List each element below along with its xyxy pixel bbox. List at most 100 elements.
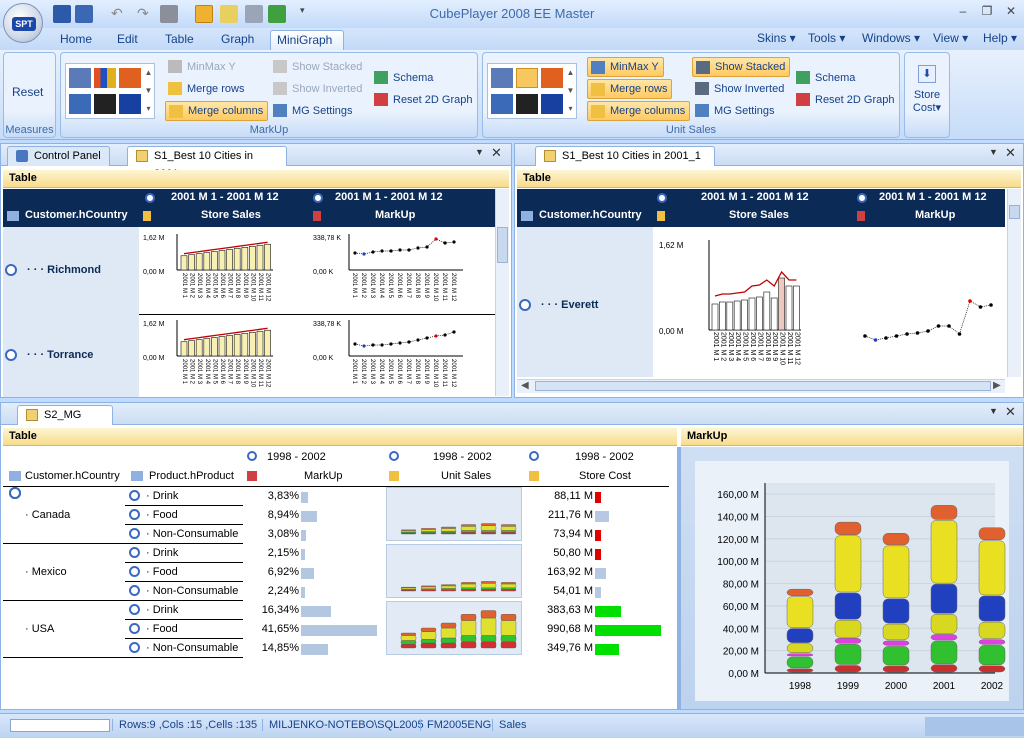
reset-2d-graph-button[interactable]: Reset 2D Graph bbox=[793, 90, 894, 110]
tab-table[interactable]: Table bbox=[159, 30, 200, 50]
row-country-label[interactable]: · Canada bbox=[25, 509, 70, 521]
graph-type-gallery[interactable]: ▲ ▼ ▾ bbox=[65, 63, 155, 119]
mg-settings-button[interactable]: MG Settings bbox=[270, 101, 353, 121]
row-label-torrance[interactable]: · · · Torrance bbox=[27, 349, 93, 361]
export-icon[interactable] bbox=[245, 5, 263, 23]
row-product-label[interactable]: · Drink bbox=[146, 547, 178, 559]
schema-button[interactable]: Schema bbox=[371, 68, 433, 88]
bar-chart-icon[interactable] bbox=[94, 68, 116, 88]
table-icon[interactable] bbox=[69, 68, 91, 88]
minmax-y-button[interactable]: MinMax Y bbox=[587, 57, 664, 77]
tab-graph[interactable]: Graph bbox=[215, 30, 260, 50]
row-product-label[interactable]: · Food bbox=[146, 623, 178, 635]
row-product-label[interactable]: · Non-Consumable bbox=[146, 585, 238, 597]
tab-minigraph[interactable]: MiniGraph bbox=[270, 30, 344, 50]
mg-settings-button[interactable]: MG Settings bbox=[692, 101, 775, 121]
panel-menu-icon[interactable]: ▼ bbox=[989, 406, 998, 416]
refresh-icon[interactable] bbox=[268, 5, 286, 23]
undo-icon[interactable]: ↶ bbox=[111, 5, 129, 23]
save-as-icon[interactable] bbox=[75, 5, 93, 23]
reset-button[interactable]: Reset bbox=[12, 85, 43, 99]
scroll-left-icon[interactable]: ◀ bbox=[521, 380, 529, 391]
gallery-scroll[interactable]: ▲ ▼ ▾ bbox=[565, 64, 576, 118]
row-country-label[interactable]: · USA bbox=[25, 623, 54, 635]
menu-windows[interactable]: Windows ▾ bbox=[862, 31, 920, 45]
measure-label[interactable]: Store Sales bbox=[729, 209, 789, 221]
tab-s2-mg-test-1[interactable]: S2_MG Test 1 bbox=[17, 405, 113, 439]
numbers-icon[interactable] bbox=[541, 94, 563, 114]
row-product-label[interactable]: · Non-Consumable bbox=[146, 642, 238, 654]
show-inverted-button[interactable]: Show Inverted bbox=[692, 79, 784, 99]
vertical-scrollbar[interactable] bbox=[495, 189, 509, 396]
tab-edit[interactable]: Edit bbox=[111, 30, 144, 50]
row-label-everett[interactable]: · · · Everett bbox=[541, 299, 598, 311]
measure-label[interactable]: Unit Sales bbox=[441, 470, 491, 482]
dimension-label[interactable]: Customer.hCountry bbox=[25, 209, 128, 221]
measure-label[interactable]: MarkUp bbox=[375, 209, 415, 221]
merge-columns-button[interactable]: Merge columns bbox=[587, 101, 691, 121]
scroll-thumb[interactable] bbox=[1009, 205, 1020, 219]
area-chart-icon[interactable] bbox=[491, 94, 513, 114]
minimize-button[interactable]: – bbox=[952, 4, 974, 22]
tab-control-panel[interactable]: Control Panel bbox=[7, 146, 110, 166]
panel-close-icon[interactable]: ✕ bbox=[1005, 145, 1016, 161]
schema-button[interactable]: Schema bbox=[793, 68, 855, 88]
menu-tools[interactable]: Tools ▾ bbox=[808, 31, 845, 45]
measure-label[interactable]: MarkUp bbox=[304, 470, 343, 482]
qat-dropdown-icon[interactable]: ▾ bbox=[300, 5, 318, 23]
bw-chart-icon[interactable] bbox=[516, 94, 538, 114]
app-menu-button[interactable]: SPT bbox=[3, 3, 43, 43]
tab-home[interactable]: Home bbox=[54, 30, 98, 50]
redo-icon[interactable]: ↷ bbox=[137, 5, 155, 23]
line-chart-icon[interactable] bbox=[541, 68, 563, 88]
folder-icon[interactable] bbox=[220, 5, 238, 23]
bar-chart-icon[interactable] bbox=[516, 68, 538, 88]
row-product-label[interactable]: · Food bbox=[146, 566, 178, 578]
dimension-label[interactable]: Customer.hCountry bbox=[25, 470, 120, 482]
scroll-thumb[interactable] bbox=[497, 227, 508, 263]
scroll-thumb[interactable] bbox=[535, 381, 991, 391]
row-product-label[interactable]: · Drink bbox=[146, 490, 178, 502]
area-chart-icon[interactable] bbox=[69, 94, 91, 114]
row-product-label[interactable]: · Non-Consumable bbox=[146, 528, 238, 540]
save-icon[interactable] bbox=[53, 5, 71, 23]
row-label-richmond[interactable]: · · · Richmond bbox=[27, 264, 101, 276]
tab-s1-best-10-cities-1[interactable]: S1_Best 10 Cities in 2001_1 bbox=[535, 146, 715, 166]
show-inverted-button[interactable]: Show Inverted bbox=[270, 79, 362, 99]
reset-2d-graph-button[interactable]: Reset 2D Graph bbox=[371, 90, 472, 110]
dimension-label[interactable]: Product.hProduct bbox=[149, 470, 234, 482]
scroll-right-icon[interactable]: ▶ bbox=[993, 380, 1001, 391]
row-product-label[interactable]: · Drink bbox=[146, 604, 178, 616]
table-icon[interactable] bbox=[491, 68, 513, 88]
print-icon[interactable] bbox=[160, 5, 178, 23]
menu-skins[interactable]: Skins ▾ bbox=[757, 31, 796, 45]
show-stacked-button[interactable]: Show Stacked bbox=[270, 57, 362, 77]
menu-view[interactable]: View ▾ bbox=[933, 31, 968, 45]
line-chart-icon[interactable] bbox=[119, 68, 141, 88]
merge-rows-button[interactable]: Merge rows bbox=[587, 79, 673, 99]
graph-type-gallery[interactable]: ▲ ▼ ▾ bbox=[487, 63, 577, 119]
vertical-scrollbar[interactable] bbox=[1007, 189, 1021, 377]
bw-chart-icon[interactable] bbox=[94, 94, 116, 114]
close-button[interactable]: ✕ bbox=[1000, 4, 1022, 22]
measure-label[interactable]: Store Cost bbox=[579, 470, 631, 482]
merge-rows-button[interactable]: Merge rows bbox=[165, 79, 244, 99]
panel-menu-icon[interactable]: ▼ bbox=[989, 147, 998, 157]
row-product-label[interactable]: · Food bbox=[146, 509, 178, 521]
minmax-y-button[interactable]: MinMax Y bbox=[165, 57, 236, 77]
store-cost-button[interactable]: ⬇ Store Cost▾ bbox=[905, 61, 949, 131]
dimension-label[interactable]: Customer.hCountry bbox=[539, 209, 642, 221]
numbers-icon[interactable] bbox=[119, 94, 141, 114]
horizontal-scrollbar[interactable]: ◀ ▶ bbox=[517, 379, 1005, 393]
show-stacked-button[interactable]: Show Stacked bbox=[692, 57, 791, 77]
gallery-scroll[interactable]: ▲ ▼ ▾ bbox=[143, 64, 154, 118]
menu-help[interactable]: Help ▾ bbox=[983, 31, 1017, 45]
restore-button[interactable]: ❐ bbox=[976, 4, 998, 22]
panel-close-icon[interactable]: ✕ bbox=[1005, 404, 1016, 420]
measure-label[interactable]: MarkUp bbox=[915, 209, 955, 221]
panel-close-icon[interactable]: ✕ bbox=[491, 145, 502, 161]
panel-menu-icon[interactable]: ▼ bbox=[475, 147, 484, 157]
chart-icon[interactable] bbox=[195, 5, 213, 23]
row-country-label[interactable]: · Mexico bbox=[25, 566, 67, 578]
measure-label[interactable]: Store Sales bbox=[201, 209, 261, 221]
